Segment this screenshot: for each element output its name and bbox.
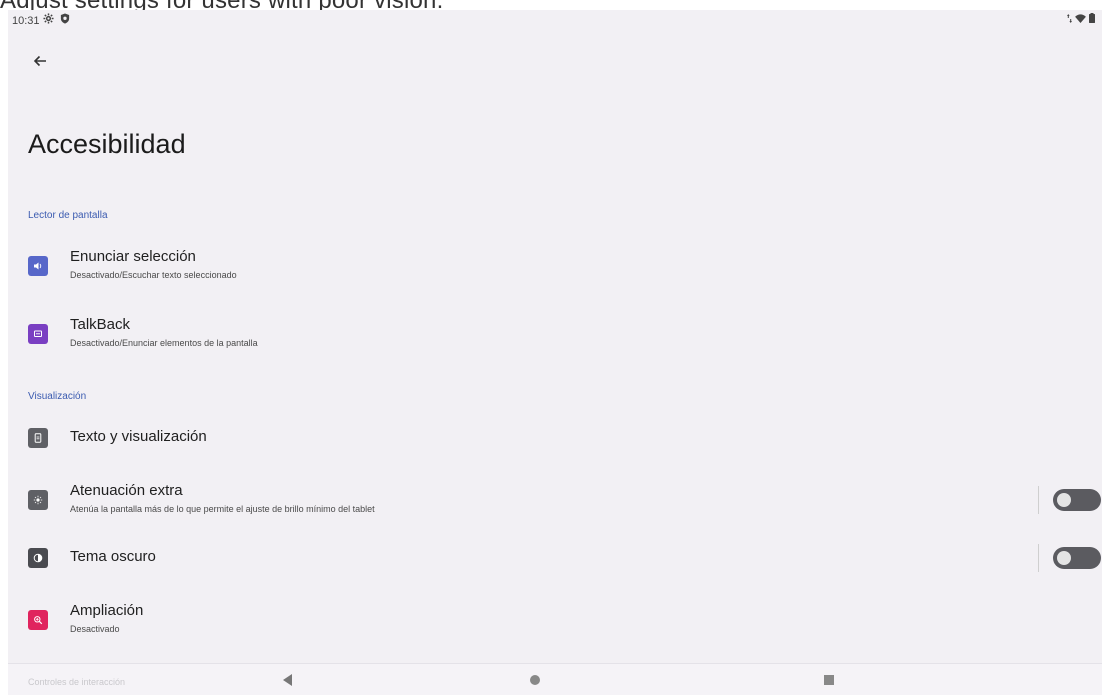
status-icons-right [1067,13,1095,27]
home-circle-icon [530,675,540,685]
magnify-icon [28,610,48,630]
contrast-icon [28,548,48,568]
setting-row-dark-theme[interactable]: Tema oscuro [8,534,1102,582]
text-display-icon [28,428,48,448]
page-title: Accesibilidad [28,129,186,159]
setting-title: Texto y visualización [70,428,207,445]
navigation-bar: Controles de interacción [8,663,1102,695]
extra-dim-toggle[interactable] [1053,489,1101,511]
back-triangle-icon [282,674,292,686]
gear-icon [43,13,54,28]
setting-title: Tema oscuro [70,548,156,565]
status-bar: 10:31 [8,10,1102,34]
nav-home-button[interactable] [526,672,544,688]
back-button[interactable] [28,50,52,74]
setting-subtitle: Desactivado/Escuchar texto seleccionado [70,270,237,280]
toggle-knob [1057,551,1071,565]
setting-subtitle: Desactivado/Enunciar elementos de la pan… [70,338,258,348]
section-header-screen-reader: Lector de pantalla [28,210,108,221]
wifi-icon [1075,13,1086,27]
setting-row-select-to-speak[interactable]: Enunciar selección Desactivado/Escuchar … [8,242,1102,290]
section-header-display: Visualización [28,391,87,402]
shield-icon [60,13,70,28]
battery-icon [1089,13,1095,27]
brightness-icon [28,490,48,510]
setting-row-extra-dim[interactable]: Atenuación extra Atenúa la pantalla más … [8,476,1102,524]
setting-row-text-display[interactable]: Texto y visualización [8,414,1102,462]
setting-title: TalkBack [70,316,131,333]
dark-theme-toggle[interactable] [1053,547,1101,569]
setting-subtitle: Desactivado [70,624,120,634]
status-icons-left [43,13,70,28]
setting-title: Atenuación extra [70,482,183,499]
recents-square-icon [824,675,834,685]
nav-recents-button[interactable] [820,672,838,688]
toggle-knob [1057,493,1071,507]
settings-screen: 10:31 Accesibilidad Lector de pantalla E… [8,10,1102,695]
setting-title: Ampliación [70,602,144,619]
nav-back-button[interactable] [278,672,296,688]
next-section-header-faded: Controles de interacción [28,677,126,687]
speak-icon [28,256,48,276]
setting-row-talkback[interactable]: TalkBack Desactivado/Enunciar elementos … [8,310,1102,358]
setting-subtitle: Atenúa la pantalla más de lo que permite… [70,504,375,514]
toggle-divider [1038,544,1039,572]
setting-row-magnification[interactable]: Ampliación Desactivado [8,596,1102,644]
data-arrows-icon [1067,13,1072,27]
arrow-left-icon [33,52,47,73]
talkback-icon [28,324,48,344]
toggle-divider [1038,486,1039,514]
status-time: 10:31 [12,15,40,27]
setting-title: Enunciar selección [70,248,196,265]
